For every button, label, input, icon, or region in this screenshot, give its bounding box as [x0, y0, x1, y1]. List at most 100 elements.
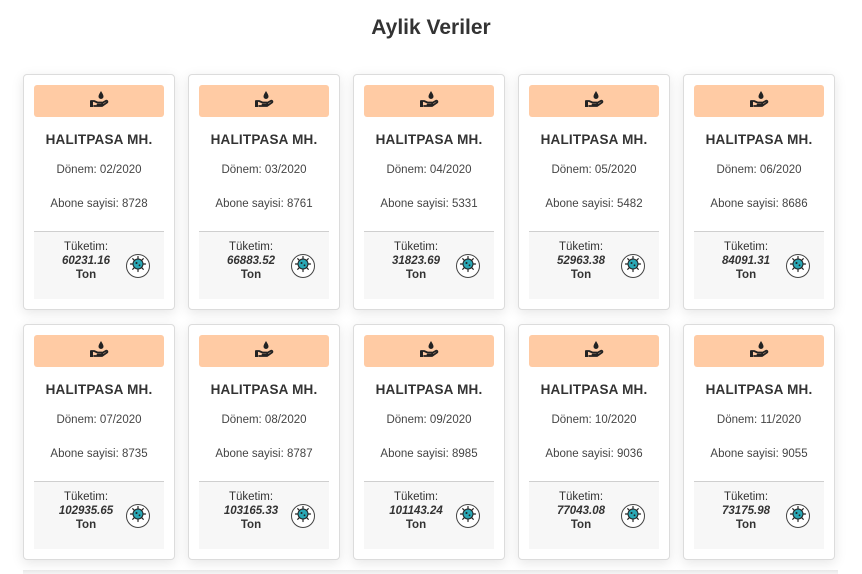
- data-card: HALITPASA MH. Dönem: 10/2020 Abone sayis…: [518, 324, 670, 560]
- virus-icon: [129, 505, 147, 528]
- usage-value: 77043.08: [557, 505, 605, 517]
- usage-unit: Ton: [75, 519, 97, 531]
- hand-water-drop-icon: [254, 340, 274, 363]
- usage-value: 73175.98: [722, 505, 770, 517]
- card-header: [199, 85, 329, 117]
- virus-button[interactable]: [621, 504, 645, 528]
- usage-unit: Ton: [570, 519, 592, 531]
- virus-button[interactable]: [786, 254, 810, 278]
- usage-unit: Ton: [405, 519, 427, 531]
- card-header: [529, 335, 659, 367]
- card-footer: Tüketim: 66883.52 Ton: [199, 231, 329, 299]
- virus-button[interactable]: [456, 254, 480, 278]
- usage-label: Tüketim:: [723, 241, 769, 253]
- virus-button[interactable]: [621, 254, 645, 278]
- data-card: HALITPASA MH. Dönem: 06/2020 Abone sayis…: [683, 74, 835, 310]
- virus-button[interactable]: [126, 254, 150, 278]
- usage-value: 101143.24: [389, 505, 443, 517]
- hand-water-drop-icon: [419, 340, 439, 363]
- usage-label: Tüketim:: [63, 491, 109, 503]
- card-title: HALITPASA MH.: [375, 382, 483, 397]
- card-header: [529, 85, 659, 117]
- usage-block: Tüketim: 84091.31 Ton: [694, 240, 798, 282]
- usage-unit: Ton: [75, 269, 97, 281]
- hand-water-drop-icon: [584, 90, 604, 113]
- data-card: HALITPASA MH. Dönem: 03/2020 Abone sayis…: [188, 74, 340, 310]
- card-period: Dönem: 06/2020: [716, 164, 802, 176]
- data-card: HALITPASA MH. Dönem: 02/2020 Abone sayis…: [23, 74, 175, 310]
- card-title: HALITPASA MH.: [540, 382, 648, 397]
- usage-block: Tüketim: 73175.98 Ton: [694, 490, 798, 532]
- usage-value: 102935.65: [58, 505, 114, 517]
- card-subscribers: Abone sayisi: 8686: [710, 198, 808, 210]
- cards-grid: HALITPASA MH. Dönem: 02/2020 Abone sayis…: [23, 74, 862, 560]
- card-subscribers: Abone sayisi: 8735: [50, 448, 148, 460]
- usage-unit: Ton: [240, 519, 262, 531]
- card-subscribers: Abone sayisi: 8728: [50, 198, 148, 210]
- usage-label: Tüketim:: [393, 241, 439, 253]
- card-title: HALITPASA MH.: [375, 132, 483, 147]
- card-period: Dönem: 11/2020: [716, 414, 802, 426]
- card-period: Dönem: 08/2020: [221, 414, 307, 426]
- card-footer: Tüketim: 102935.65 Ton: [34, 481, 164, 549]
- card-period: Dönem: 04/2020: [386, 164, 472, 176]
- card-period: Dönem: 02/2020: [56, 164, 142, 176]
- virus-icon: [789, 255, 807, 278]
- next-row-edge: [23, 570, 838, 574]
- card-title: HALITPASA MH.: [705, 382, 813, 397]
- hand-water-drop-icon: [749, 340, 769, 363]
- page-title: Aylik Veriler: [371, 16, 491, 39]
- card-header: [694, 335, 824, 367]
- data-card: HALITPASA MH. Dönem: 08/2020 Abone sayis…: [188, 324, 340, 560]
- card-subscribers: Abone sayisi: 8761: [215, 198, 313, 210]
- card-footer: Tüketim: 60231.16 Ton: [34, 231, 164, 299]
- usage-label: Tüketim:: [228, 491, 274, 503]
- card-footer: Tüketim: 101143.24 Ton: [364, 481, 494, 549]
- card-footer: Tüketim: 84091.31 Ton: [694, 231, 824, 299]
- card-footer: Tüketim: 77043.08 Ton: [529, 481, 659, 549]
- virus-button[interactable]: [786, 504, 810, 528]
- hand-water-drop-icon: [254, 90, 274, 113]
- hand-water-drop-icon: [89, 340, 109, 363]
- usage-block: Tüketim: 60231.16 Ton: [34, 240, 138, 282]
- virus-icon: [624, 255, 642, 278]
- usage-value: 60231.16: [62, 255, 110, 267]
- usage-value: 66883.52: [227, 255, 275, 267]
- card-subscribers: Abone sayisi: 5482: [545, 198, 643, 210]
- virus-icon: [294, 255, 312, 278]
- card-title: HALITPASA MH.: [45, 132, 153, 147]
- usage-block: Tüketim: 102935.65 Ton: [34, 490, 138, 532]
- virus-button[interactable]: [456, 504, 480, 528]
- data-card: HALITPASA MH. Dönem: 11/2020 Abone sayis…: [683, 324, 835, 560]
- usage-value: 52963.38: [557, 255, 605, 267]
- usage-label: Tüketim:: [393, 491, 439, 503]
- card-footer: Tüketim: 52963.38 Ton: [529, 231, 659, 299]
- virus-icon: [459, 505, 477, 528]
- card-period: Dönem: 07/2020: [56, 414, 142, 426]
- virus-button[interactable]: [291, 504, 315, 528]
- usage-label: Tüketim:: [558, 241, 604, 253]
- virus-icon: [624, 505, 642, 528]
- card-period: Dönem: 10/2020: [551, 414, 637, 426]
- card-subscribers: Abone sayisi: 8985: [380, 448, 478, 460]
- usage-block: Tüketim: 66883.52 Ton: [199, 240, 303, 282]
- data-card: HALITPASA MH. Dönem: 07/2020 Abone sayis…: [23, 324, 175, 560]
- usage-label: Tüketim:: [723, 491, 769, 503]
- usage-value: 31823.69: [392, 255, 440, 267]
- hand-water-drop-icon: [749, 90, 769, 113]
- card-subscribers: Abone sayisi: 5331: [380, 198, 478, 210]
- hand-water-drop-icon: [584, 340, 604, 363]
- data-card: HALITPASA MH. Dönem: 09/2020 Abone sayis…: [353, 324, 505, 560]
- card-header: [34, 335, 164, 367]
- usage-unit: Ton: [735, 269, 757, 281]
- usage-block: Tüketim: 101143.24 Ton: [364, 490, 468, 532]
- card-title: HALITPASA MH.: [210, 132, 318, 147]
- usage-block: Tüketim: 103165.33 Ton: [199, 490, 303, 532]
- card-header: [34, 85, 164, 117]
- card-title: HALITPASA MH.: [45, 382, 153, 397]
- card-header: [364, 335, 494, 367]
- virus-icon: [459, 255, 477, 278]
- virus-button[interactable]: [291, 254, 315, 278]
- virus-button[interactable]: [126, 504, 150, 528]
- card-period: Dönem: 03/2020: [221, 164, 307, 176]
